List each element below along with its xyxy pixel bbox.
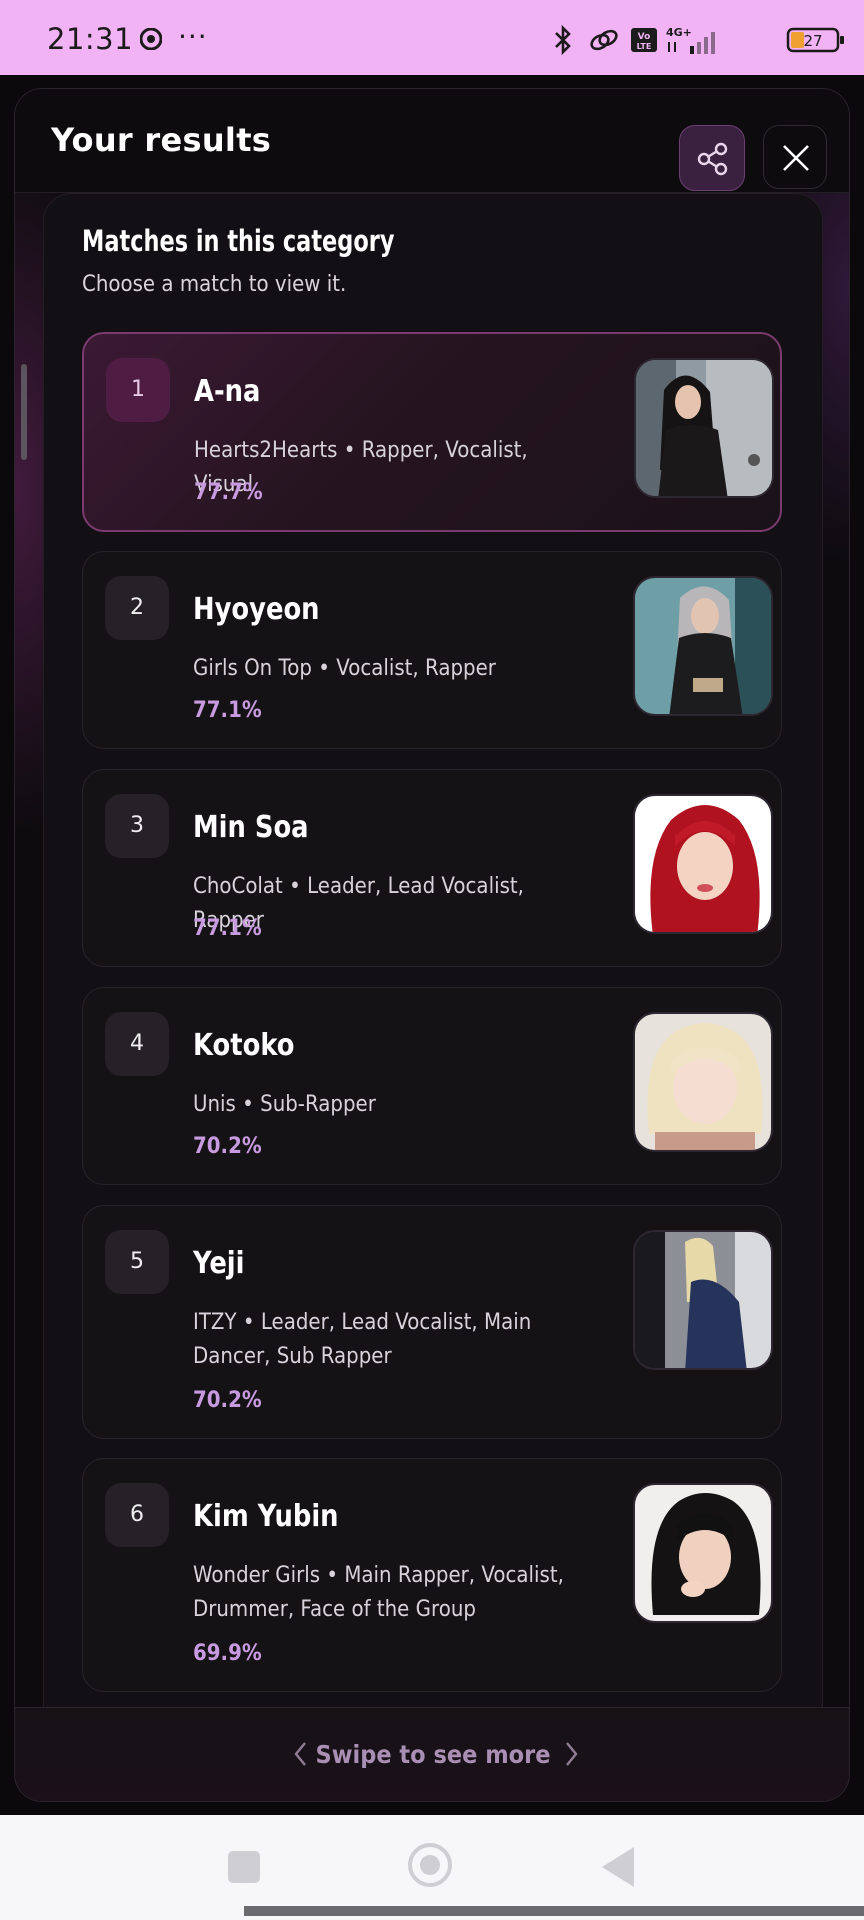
rank-badge: 3 xyxy=(105,794,169,858)
section-subtitle: Choose a match to view it. xyxy=(82,272,347,297)
match-card-5[interactable]: 5 Yeji ITZY • Leader, Lead Vocalist, Mai… xyxy=(82,1205,782,1439)
volte-icon: Vo LTE xyxy=(631,28,657,52)
scrollbar[interactable] xyxy=(21,364,27,460)
page-title: Your results xyxy=(51,121,272,159)
match-name: Hyoyeon xyxy=(193,592,320,627)
chrome-icon xyxy=(140,28,162,50)
rank-badge: 6 xyxy=(105,1483,169,1547)
close-icon xyxy=(783,145,809,171)
match-description: Unis • Sub-Rapper xyxy=(193,1092,376,1117)
match-photo xyxy=(633,576,773,716)
recent-apps-button[interactable] xyxy=(228,1851,260,1883)
share-icon xyxy=(697,142,728,176)
match-percentage: 77.1% xyxy=(193,916,262,941)
match-card-3[interactable]: 3 Min Soa ChoColat • Leader, Lead Vocali… xyxy=(82,769,782,967)
match-photo xyxy=(633,1012,773,1152)
match-description: Wonder Girls • Main Rapper, Vocalist, Dr… xyxy=(193,1563,564,1622)
match-name: Yeji xyxy=(193,1246,245,1281)
match-description: ITZY • Leader, Lead Vocalist, Main Dance… xyxy=(193,1310,532,1369)
match-percentage: 69.9% xyxy=(193,1641,262,1666)
home-button[interactable] xyxy=(408,1843,452,1887)
svg-text:Vo: Vo xyxy=(638,32,651,42)
match-percentage: 77.7% xyxy=(194,480,263,505)
rank-badge: 2 xyxy=(105,576,169,640)
close-button[interactable] xyxy=(763,125,827,189)
signal-icon: 4G+ xyxy=(666,26,715,54)
rank-badge: 5 xyxy=(105,1230,169,1294)
back-button[interactable] xyxy=(602,1847,634,1887)
match-name: Kim Yubin xyxy=(193,1499,339,1534)
share-button[interactable] xyxy=(679,125,745,191)
section-title: Matches in this category xyxy=(82,224,395,258)
svg-text:4G+: 4G+ xyxy=(666,26,692,39)
match-photo xyxy=(634,358,774,498)
battery-icon: 27 xyxy=(786,27,844,53)
swipe-hint: Swipe to see more xyxy=(315,1740,551,1769)
match-percentage: 70.2% xyxy=(193,1388,262,1413)
match-card-4[interactable]: 4 Kotoko Unis • Sub-Rapper 70.2% xyxy=(82,987,782,1185)
match-name: Min Soa xyxy=(193,810,309,845)
status-icons: Vo LTE 4G+ 27 xyxy=(550,24,850,56)
match-description: Girls On Top • Vocalist, Rapper xyxy=(193,656,496,681)
rank-badge: 1 xyxy=(106,358,170,422)
navigation-bar xyxy=(0,1815,864,1920)
match-card-6[interactable]: 6 Kim Yubin Wonder Girls • Main Rapper, … xyxy=(82,1458,782,1692)
match-photo xyxy=(633,1230,773,1370)
match-name: Kotoko xyxy=(193,1028,295,1063)
link-icon xyxy=(590,29,618,51)
chevron-right-icon[interactable] xyxy=(561,1740,581,1768)
match-card-1[interactable]: 1 A-na Hearts2Hearts • Rapper, Vocalist,… xyxy=(82,332,782,532)
bluetooth-icon xyxy=(555,24,571,56)
status-time: 21:31 xyxy=(47,22,134,56)
swipe-bar[interactable]: Swipe to see more xyxy=(15,1707,849,1801)
rank-badge: 4 xyxy=(105,1012,169,1076)
gesture-bar xyxy=(244,1906,864,1916)
svg-text:27: 27 xyxy=(803,32,822,50)
match-card-2[interactable]: 2 Hyoyeon Girls On Top • Vocalist, Rappe… xyxy=(82,551,782,749)
match-percentage: 70.2% xyxy=(193,1134,262,1159)
svg-text:LTE: LTE xyxy=(637,42,652,51)
match-photo xyxy=(633,794,773,934)
panel-header: Your results xyxy=(15,89,849,193)
match-percentage: 77.1% xyxy=(193,698,262,723)
status-bar: 21:31 ··· Vo LTE 4G+ 27 xyxy=(0,0,864,75)
match-photo xyxy=(633,1483,773,1623)
match-name: A-na xyxy=(194,374,261,409)
more-icon: ··· xyxy=(178,20,208,53)
